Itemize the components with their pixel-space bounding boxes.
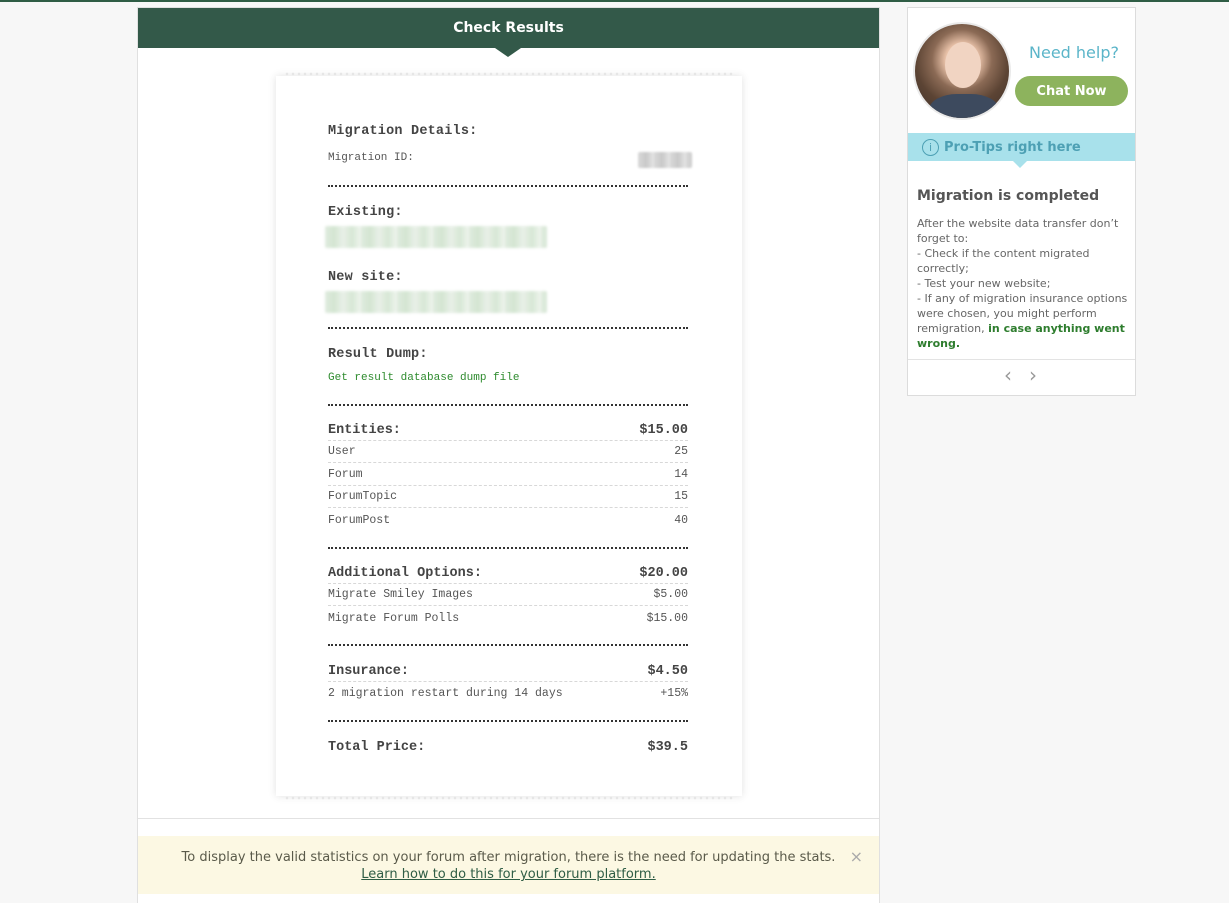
result-dump-link[interactable]: Get result database dump file — [328, 372, 519, 384]
option-row: Migrate Forum Polls $15.00 — [328, 607, 688, 629]
insurance-name: 2 migration restart during 14 days — [328, 686, 563, 700]
avatar-body — [929, 94, 999, 118]
info-icon: i — [922, 138, 939, 156]
support-agent-avatar — [913, 22, 1011, 120]
top-accent-line — [0, 0, 1229, 2]
option-price: $5.00 — [653, 588, 688, 601]
close-icon[interactable]: × — [850, 847, 863, 866]
tips-pointer — [1013, 161, 1027, 168]
sidebar-separator — [908, 359, 1135, 360]
new-site-label: New site: — [328, 270, 403, 285]
divider — [328, 327, 688, 329]
divider — [328, 404, 688, 406]
total-price-label: Total Price: — [328, 739, 426, 755]
entity-row: Forum 14 — [328, 464, 688, 486]
chevron-left-icon[interactable]: ‹ — [1004, 365, 1012, 385]
option-price: $15.00 — [646, 611, 688, 625]
entity-count: 40 — [674, 513, 688, 527]
header-pointer — [495, 48, 521, 57]
migration-id-label: Migration ID: — [328, 152, 414, 164]
additional-options-total: $20.00 — [639, 566, 688, 581]
divider — [328, 644, 688, 646]
option-name: Migrate Forum Polls — [328, 611, 460, 625]
entities-header: Entities: $15.00 — [328, 421, 688, 441]
option-row: Migrate Smiley Images $5.00 — [328, 584, 688, 606]
entity-count: 15 — [674, 490, 688, 503]
divider — [328, 720, 688, 722]
entity-count: 25 — [674, 445, 688, 458]
notice-learn-link[interactable]: Learn how to do this for your forum plat… — [361, 867, 655, 882]
result-dump-label: Result Dump: — [328, 347, 428, 362]
insurance-row: 2 migration restart during 14 days +15% — [328, 682, 688, 704]
divider — [328, 547, 688, 549]
help-sidebar: Need help? Chat Now i Pro-Tips right her… — [907, 7, 1136, 396]
entity-row: ForumTopic 15 — [328, 486, 688, 508]
tip-line: - Check if the content migrated correctl… — [917, 247, 1090, 275]
existing-site-url-redacted — [325, 226, 547, 248]
tip-line: - Test your new website; — [917, 277, 1051, 290]
total-price-value: $39.5 — [647, 739, 688, 755]
check-results-panel: Check Results Migration Details: Migrati… — [137, 7, 880, 903]
existing-label: Existing: — [328, 205, 403, 220]
new-site-url-redacted — [325, 291, 547, 313]
insurance-value: +15% — [660, 686, 688, 700]
panel-title: Check Results — [453, 20, 564, 36]
entities-label: Entities: — [328, 423, 401, 438]
tip-title: Migration is completed — [917, 188, 1100, 204]
divider — [328, 185, 688, 187]
avatar-face — [945, 42, 981, 88]
entity-row: ForumPost 40 — [328, 509, 688, 531]
entity-row: User 25 — [328, 441, 688, 463]
additional-options-label: Additional Options: — [328, 566, 482, 581]
total-price-row: Total Price: $39.5 — [328, 737, 688, 757]
entity-name: ForumPost — [328, 513, 391, 527]
pro-tips-bar: i Pro-Tips right here — [908, 133, 1135, 161]
pro-tips-label: Pro-Tips right here — [944, 139, 1081, 155]
tip-intro: After the website data transfer don’t fo… — [917, 217, 1119, 245]
notice-text: To display the valid statistics on your … — [181, 850, 836, 865]
panel-separator — [138, 818, 879, 819]
tip-body: After the website data transfer don’t fo… — [917, 216, 1129, 351]
chat-now-button[interactable]: Chat Now — [1015, 76, 1128, 106]
entity-name: Forum — [328, 468, 363, 481]
option-name: Migrate Smiley Images — [328, 588, 473, 601]
stats-notice: To display the valid statistics on your … — [138, 836, 879, 894]
panel-header: Check Results — [138, 8, 879, 48]
migration-id-value-redacted — [638, 152, 692, 168]
entities-total: $15.00 — [639, 423, 688, 438]
entity-count: 14 — [674, 468, 688, 481]
insurance-label: Insurance: — [328, 664, 410, 679]
entity-name: User — [328, 445, 356, 458]
entity-name: ForumTopic — [328, 490, 398, 503]
notice-text-block: To display the valid statistics on your … — [138, 849, 879, 883]
chevron-right-icon[interactable]: › — [1029, 365, 1037, 385]
insurance-total: $4.50 — [647, 664, 688, 679]
additional-options-header: Additional Options: $20.00 — [328, 564, 688, 584]
insurance-header: Insurance: $4.50 — [328, 662, 688, 682]
receipt: Migration Details: Migration ID: Existin… — [276, 72, 742, 800]
need-help-text: Need help? — [1029, 43, 1119, 62]
migration-details-title: Migration Details: — [328, 124, 478, 139]
